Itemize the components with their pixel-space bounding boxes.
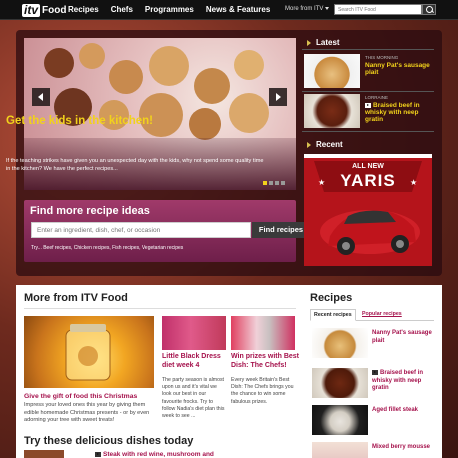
latest-thumbnail xyxy=(304,54,360,88)
latest-thumbnail xyxy=(304,94,360,128)
carousel-prev-button[interactable] xyxy=(32,88,50,106)
chevron-down-icon xyxy=(325,6,330,10)
latest-tag: LORRAINE xyxy=(365,95,389,100)
feature-image[interactable] xyxy=(24,316,154,388)
recipes-tabs: Recent recipes Popular recipes xyxy=(310,309,434,321)
toyota-yaris-ad[interactable]: ★ ★ ALL NEW YARIS xyxy=(304,154,432,266)
top-navigation-bar: itv Food Recipes Chefs Programmes News &… xyxy=(0,0,458,20)
card-title[interactable]: Little Black Dress diet week 4 xyxy=(162,353,230,370)
carousel-dot[interactable] xyxy=(263,181,267,185)
find-recipes-button[interactable]: Find recipes xyxy=(252,222,310,238)
recent-heading: Recent xyxy=(302,140,434,152)
recipes-title: Recipes xyxy=(310,292,353,304)
card-description: The party season is almost upon us and i… xyxy=(162,377,225,420)
feature-title[interactable]: Give the gift of food this Christmas xyxy=(24,393,137,400)
recipe-thumbnail xyxy=(312,442,368,458)
cookie-image xyxy=(44,48,74,78)
latest-item[interactable]: THIS MORNING Nanny Pat's sausage plait xyxy=(302,52,434,92)
main-nav: Recipes Chefs Programmes News & Features xyxy=(68,5,282,14)
recipe-category-links[interactable]: Try... Beef recipes, Chicken recipes, Fi… xyxy=(31,245,183,251)
find-recipes-title: Find more recipe ideas xyxy=(30,205,150,217)
recipe-item[interactable]: Nanny Pat's sausage plait xyxy=(312,328,436,361)
recipe-item[interactable]: Braised beef in whisky with neep gratin xyxy=(312,368,436,401)
nav-recipes[interactable]: Recipes xyxy=(68,5,99,14)
feature-description: Impress your loved ones this year by giv… xyxy=(24,402,150,423)
latest-item[interactable]: LORRAINE Braised beef in whisky with nee… xyxy=(302,92,434,132)
itv-food-logo[interactable]: itv Food xyxy=(22,3,66,17)
recipe-title-text: Braised beef in whisky with neep gratin xyxy=(372,370,424,392)
recipe-thumbnail xyxy=(312,405,368,435)
latest-title-text: Braised beef in whisky with neep gratin xyxy=(365,102,420,123)
recipe-title: Aged fillet steak xyxy=(372,407,419,413)
play-icon xyxy=(372,370,378,375)
ad-line-1: ALL NEW xyxy=(352,163,384,170)
food-logo-text: Food xyxy=(42,4,67,16)
recipe-title: Mixed berry mousse xyxy=(372,444,431,450)
divider xyxy=(24,308,296,309)
more-from-itv-dropdown[interactable]: More from ITV xyxy=(285,6,330,12)
recipe-item[interactable]: Aged fillet steak xyxy=(312,405,436,438)
cookie-image xyxy=(229,93,269,133)
try-dishes-title: Try these delicious dishes today xyxy=(24,435,194,447)
search-input[interactable] xyxy=(334,4,422,15)
find-recipes-panel: Find more recipe ideas Find recipes Try.… xyxy=(24,200,310,262)
carousel-next-button[interactable] xyxy=(269,88,287,106)
play-icon xyxy=(95,451,101,457)
latest-heading: Latest xyxy=(302,38,434,50)
latest-title: Nanny Pat's sausage plait xyxy=(365,62,430,76)
carousel-pagination xyxy=(263,181,285,185)
nav-programmes[interactable]: Programmes xyxy=(145,5,194,14)
cookie-image xyxy=(79,43,105,69)
card-image[interactable] xyxy=(231,316,295,350)
carousel-dot[interactable] xyxy=(269,181,273,185)
cookie-image xyxy=(189,108,221,140)
try-item-text: Steak with red wine, mushroom and xyxy=(103,451,214,458)
carousel-dot[interactable] xyxy=(281,181,285,185)
tab-recent-recipes[interactable]: Recent recipes xyxy=(310,309,356,321)
recipe-search-input[interactable] xyxy=(31,222,251,238)
jar-image xyxy=(65,324,111,381)
search-button[interactable] xyxy=(422,4,436,15)
tab-popular-recipes[interactable]: Popular recipes xyxy=(359,309,405,321)
carousel-dot[interactable] xyxy=(275,181,279,185)
more-from-itv-food-title: More from ITV Food xyxy=(24,292,128,304)
cookie-image xyxy=(109,60,143,94)
recipe-item[interactable]: Mixed berry mousse xyxy=(312,442,436,458)
latest-tag: THIS MORNING xyxy=(365,55,399,60)
itv-logo: itv xyxy=(22,2,41,17)
recipe-thumbnail xyxy=(312,328,368,358)
recipe-title: Nanny Pat's sausage plait xyxy=(372,330,432,344)
try-thumbnail[interactable] xyxy=(24,450,64,458)
hero-description: If the teaching strikes have given you a… xyxy=(6,158,264,172)
cookie-image xyxy=(194,68,230,104)
card-image[interactable] xyxy=(162,316,226,350)
nav-chefs[interactable]: Chefs xyxy=(111,5,133,14)
recipe-thumbnail xyxy=(312,368,368,398)
card-description: Every week Britain's Best Dish: The Chef… xyxy=(231,377,294,405)
cookie-image xyxy=(149,46,189,86)
more-from-itv-label: More from ITV xyxy=(285,6,324,12)
ad-line-2: YARIS xyxy=(340,171,396,190)
card-title[interactable]: Win prizes with Best Dish: The Chefs! xyxy=(231,353,299,370)
try-item-title[interactable]: Steak with red wine, mushroom and xyxy=(95,451,214,458)
nav-news-features[interactable]: News & Features xyxy=(206,5,270,14)
cookie-image xyxy=(234,50,264,80)
latest-title: Braised beef in whisky with neep gratin xyxy=(365,102,435,123)
recipe-title: Braised beef in whisky with neep gratin xyxy=(372,370,436,393)
hero-title[interactable]: Get the kids in the kitchen! xyxy=(6,115,153,127)
play-icon xyxy=(365,102,371,108)
